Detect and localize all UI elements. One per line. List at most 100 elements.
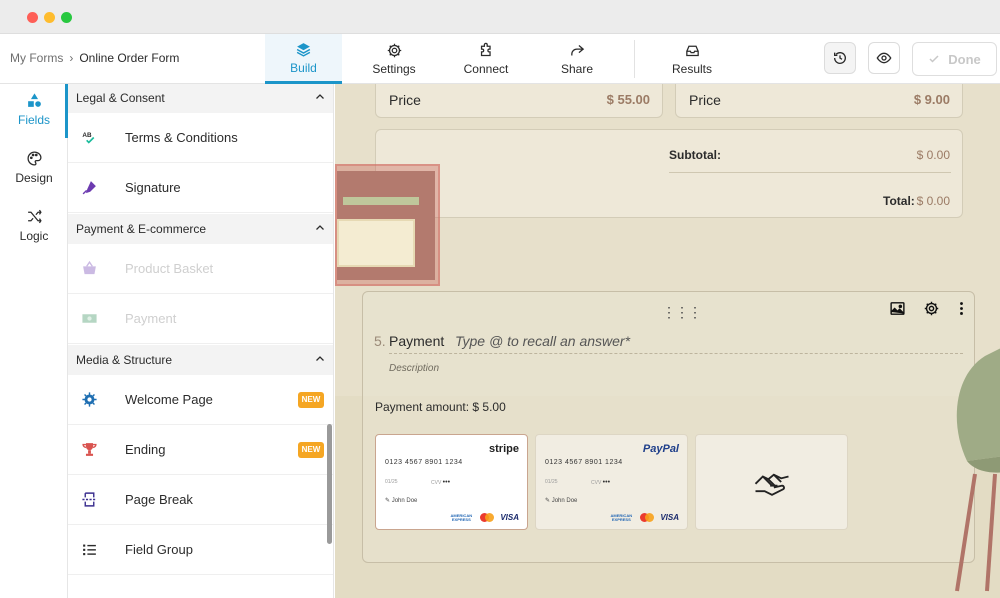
card-holder: ✎ John Doe bbox=[385, 498, 418, 504]
cvv-dots: ••• bbox=[442, 479, 451, 486]
field-label: Signature bbox=[125, 180, 181, 195]
section-legal-title: Legal & Consent bbox=[76, 91, 165, 105]
gear-icon[interactable] bbox=[923, 300, 940, 317]
rail-item-fields-label: Fields bbox=[17, 113, 50, 127]
price-card[interactable]: Price $ 55.00 bbox=[375, 84, 663, 118]
cvv-label: CVV bbox=[431, 480, 442, 486]
cvv-dots: ••• bbox=[602, 479, 611, 486]
tab-results[interactable]: Results bbox=[656, 34, 728, 84]
share-icon bbox=[570, 45, 584, 56]
field-terms-conditions[interactable]: AB Terms & Conditions bbox=[68, 113, 333, 163]
price-label: Price bbox=[389, 92, 421, 108]
form-canvas: Price $ 55.00 Price $ 9.00 Subtotal: $ 0… bbox=[335, 84, 1000, 598]
field-label: Product Basket bbox=[125, 261, 214, 276]
question-title[interactable]: Payment bbox=[389, 333, 444, 349]
more-vertical-icon[interactable] bbox=[953, 300, 970, 317]
history-button[interactable] bbox=[824, 42, 856, 74]
price-value: $ 55.00 bbox=[606, 92, 650, 107]
preview-button[interactable] bbox=[868, 42, 900, 74]
card-expiry: 01/25 bbox=[385, 479, 398, 485]
chevron-up-icon[interactable] bbox=[314, 353, 326, 365]
tab-divider bbox=[634, 40, 635, 78]
price-label: Price bbox=[689, 92, 721, 108]
palette-icon bbox=[26, 151, 42, 166]
puzzle-icon bbox=[480, 42, 491, 57]
trophy-icon bbox=[80, 441, 98, 459]
rail-item-fields[interactable]: Fields bbox=[0, 92, 68, 127]
card-number: 0123 4567 8901 1234 bbox=[545, 459, 623, 466]
section-legal-header[interactable]: Legal & Consent bbox=[68, 84, 333, 113]
mastercard-logo bbox=[480, 513, 495, 522]
field-product-basket[interactable]: Product Basket bbox=[68, 244, 333, 294]
chair-illustration bbox=[955, 348, 1000, 592]
tab-build-label: Build bbox=[290, 60, 317, 75]
tab-settings[interactable]: Settings bbox=[358, 34, 430, 84]
minimize-window-button[interactable] bbox=[44, 12, 55, 23]
drag-preview-strip bbox=[343, 197, 419, 205]
tab-share[interactable]: Share bbox=[541, 34, 613, 84]
drag-preview-paper bbox=[337, 219, 415, 267]
subtotal-value: $ 0.00 bbox=[916, 148, 950, 162]
rail-item-logic[interactable]: Logic bbox=[0, 208, 68, 243]
tab-connect[interactable]: Connect bbox=[450, 34, 522, 84]
card-network-logos: AMERICAN EXPRESS VISA bbox=[608, 513, 679, 522]
card-holder: ✎ John Doe bbox=[545, 498, 578, 504]
payment-amount: Payment amount: $ 5.00 bbox=[375, 400, 506, 414]
eye-icon bbox=[876, 52, 892, 64]
breadcrumb-root[interactable]: My Forms bbox=[10, 51, 63, 65]
chevron-up-icon[interactable] bbox=[314, 222, 326, 234]
maximize-window-button[interactable] bbox=[61, 12, 72, 23]
stripe-card-option[interactable]: stripe 0123 4567 8901 1234 01/25 CVV •••… bbox=[375, 434, 528, 530]
tab-build[interactable]: Build bbox=[265, 34, 342, 84]
paypal-logo: PayPal bbox=[642, 443, 679, 455]
field-label: Field Group bbox=[125, 542, 193, 557]
field-label: Terms & Conditions bbox=[125, 130, 238, 145]
paypal-card-option[interactable]: PayPal 0123 4567 8901 1234 01/25 CVV •••… bbox=[535, 434, 688, 530]
drag-preview bbox=[335, 164, 440, 286]
rail-item-design[interactable]: Design bbox=[0, 150, 68, 185]
cvv-label: CVV bbox=[591, 480, 602, 486]
price-card[interactable]: Price $ 9.00 bbox=[675, 84, 963, 118]
recall-placeholder-text: Type @ to recall an answer bbox=[455, 333, 625, 349]
card-holder-name: John Doe bbox=[551, 498, 578, 504]
image-icon[interactable] bbox=[889, 300, 906, 317]
chevron-up-icon[interactable] bbox=[314, 91, 326, 103]
done-label: Done bbox=[948, 51, 981, 67]
section-payment-title: Payment & E-commerce bbox=[76, 222, 207, 236]
card-network-logos: AMERICAN EXPRESS VISA bbox=[448, 513, 519, 522]
terms-icon: AB bbox=[80, 129, 98, 147]
mastercard-logo bbox=[640, 513, 655, 522]
section-media-header[interactable]: Media & Structure bbox=[68, 345, 333, 375]
panel-scrollbar[interactable] bbox=[327, 424, 332, 544]
summary-divider bbox=[669, 172, 951, 173]
field-welcome-page[interactable]: Welcome Page NEW bbox=[68, 375, 333, 425]
left-rail: Fields Design Logic bbox=[0, 84, 68, 598]
field-page-break[interactable]: Page Break bbox=[68, 475, 333, 525]
new-badge: NEW bbox=[298, 441, 324, 458]
window-titlebar bbox=[0, 0, 1000, 34]
tab-settings-label: Settings bbox=[372, 62, 416, 76]
breadcrumb: My Forms › Online Order Form bbox=[10, 51, 179, 65]
subtotal-label: Subtotal: bbox=[669, 148, 721, 162]
rail-item-design-label: Design bbox=[15, 171, 53, 185]
welcome-icon bbox=[80, 391, 98, 409]
question-number: 5. bbox=[374, 333, 386, 349]
shapes-icon bbox=[27, 93, 41, 107]
section-payment-header[interactable]: Payment & E-commerce bbox=[68, 214, 333, 244]
field-ending[interactable]: Ending NEW bbox=[68, 425, 333, 475]
payment-question-block[interactable]: ⋮⋮⋮ 5. Payment Type @ to recall an answe… bbox=[362, 291, 975, 563]
field-label: Page Break bbox=[125, 492, 193, 507]
new-badge: NEW bbox=[298, 391, 324, 408]
done-button[interactable]: Done bbox=[912, 42, 997, 76]
field-signature[interactable]: Signature bbox=[68, 163, 333, 213]
question-recall-placeholder[interactable]: Type @ to recall an answer* bbox=[455, 333, 630, 349]
field-next-partial[interactable] bbox=[68, 575, 333, 598]
field-field-group[interactable]: Field Group bbox=[68, 525, 333, 575]
field-label: Payment bbox=[125, 311, 177, 326]
drag-handle-icon[interactable]: ⋮⋮⋮ bbox=[662, 304, 702, 321]
question-description[interactable]: Description bbox=[389, 363, 439, 374]
close-window-button[interactable] bbox=[27, 12, 38, 23]
field-payment[interactable]: Payment bbox=[68, 294, 333, 344]
inbox-icon bbox=[685, 45, 699, 57]
handshake-payment-option[interactable] bbox=[695, 434, 848, 530]
